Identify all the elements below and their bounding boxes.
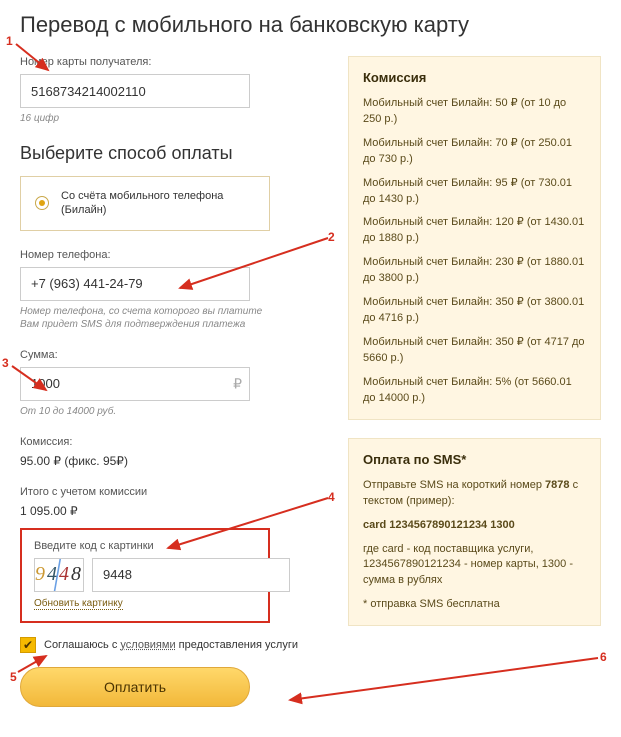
agree-checkbox[interactable]: ✔ <box>20 637 36 653</box>
paymethod-option-beeline[interactable]: Со счёта мобильного телефона (Билайн) <box>20 176 270 231</box>
commission-row: Мобильный счет Билайн: 50 ₽ (от 10 до 25… <box>363 96 586 128</box>
sum-input[interactable] <box>20 367 250 401</box>
commission-row: Мобильный счет Билайн: 350 ₽ (от 4717 до… <box>363 335 586 367</box>
captcha-image: 9448 <box>34 558 84 592</box>
paymethod-option-text: Со счёта мобильного телефона (Билайн) <box>61 189 223 218</box>
agree-text: Соглашаюсь с условиями предоставления ус… <box>44 639 298 651</box>
fee-label: Комиссия: <box>20 436 320 448</box>
phone-hint: Номер телефона, со счета которого вы пла… <box>20 305 320 331</box>
sms-instruction: Отправьте SMS на короткий номер 7878 с т… <box>363 478 586 510</box>
annotation-5: 5 <box>10 670 17 684</box>
captcha-refresh-link[interactable]: Обновить картинку <box>34 598 123 610</box>
sum-hint: От 10 до 14000 руб. <box>20 405 320 418</box>
sms-panel: Оплата по SMS* Отправьте SMS на короткий… <box>348 438 601 626</box>
commission-panel: Комиссия Мобильный счет Билайн: 50 ₽ (от… <box>348 56 601 420</box>
total-value: 1 095.00 ₽ <box>20 504 320 518</box>
card-number-input[interactable] <box>20 74 250 108</box>
commission-row: Мобильный счет Билайн: 5% (от 5660.01 до… <box>363 375 586 407</box>
commission-row: Мобильный счет Билайн: 350 ₽ (от 3800.01… <box>363 295 586 327</box>
fee-value: 95.00 ₽ (фикс. 95₽) <box>20 454 320 468</box>
commission-row: Мобильный счет Билайн: 95 ₽ (от 730.01 д… <box>363 176 586 208</box>
page-title: Перевод с мобильного на банковскую карту <box>20 12 601 38</box>
sms-example: card 1234567890121234 1300 <box>363 518 586 534</box>
captcha-section: Введите код с картинки 9448 Обновить кар… <box>20 528 270 623</box>
radio-selected-icon <box>35 196 49 210</box>
commission-title: Комиссия <box>363 69 586 88</box>
sms-footnote: * отправка SMS бесплатна <box>363 597 586 613</box>
commission-row: Мобильный счет Билайн: 230 ₽ (от 1880.01… <box>363 255 586 287</box>
card-hint: 16 цифр <box>20 112 320 125</box>
sum-label: Сумма: <box>20 349 320 361</box>
sms-title: Оплата по SMS* <box>363 451 586 470</box>
annotation-1: 1 <box>6 34 13 48</box>
ruble-icon: ₽ <box>233 375 242 392</box>
commission-row: Мобильный счет Билайн: 70 ₽ (от 250.01 д… <box>363 136 586 168</box>
phone-label: Номер телефона: <box>20 249 320 261</box>
annotation-6: 6 <box>600 650 607 664</box>
paymethod-heading: Выберите способ оплаты <box>20 143 320 164</box>
captcha-input[interactable] <box>92 558 290 592</box>
sms-legend: где card - код поставщика услуги, 123456… <box>363 542 586 590</box>
captcha-label: Введите код с картинки <box>34 540 256 552</box>
phone-input[interactable] <box>20 267 250 301</box>
commission-row: Мобильный счет Билайн: 120 ₽ (от 1430.01… <box>363 215 586 247</box>
terms-link[interactable]: условиями <box>120 639 175 651</box>
annotation-3: 3 <box>2 356 9 370</box>
submit-button[interactable]: Оплатить <box>20 667 250 707</box>
card-label: Номер карты получателя: <box>20 56 320 68</box>
total-label: Итого с учетом комиссии <box>20 486 320 498</box>
